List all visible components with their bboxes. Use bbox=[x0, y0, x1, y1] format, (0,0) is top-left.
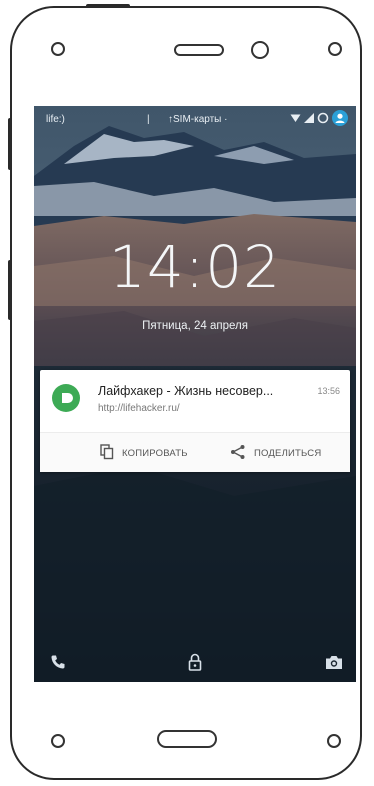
left-sensor bbox=[51, 42, 65, 56]
wifi-icon bbox=[290, 113, 301, 126]
status-bar: life:) | ↑SIM-карты · bbox=[34, 106, 356, 132]
front-camera bbox=[251, 41, 269, 59]
sim-cards-label: ↑SIM-карты · bbox=[168, 114, 228, 125]
user-avatar-icon[interactable] bbox=[332, 109, 348, 129]
share-icon bbox=[230, 444, 246, 463]
volume-up-button[interactable] bbox=[8, 118, 12, 170]
lockscreen-date: Пятница, 24 апреля bbox=[142, 320, 248, 332]
copy-label: КОПИРОВАТЬ bbox=[122, 447, 188, 459]
signal-icon bbox=[304, 112, 314, 126]
earpiece-speaker bbox=[174, 44, 224, 56]
right-sensor bbox=[328, 42, 342, 56]
copy-button[interactable]: КОПИРОВАТЬ bbox=[100, 433, 188, 473]
notification-card[interactable]: Лайфхакер - Жизнь несовер... 13:56 http:… bbox=[40, 370, 350, 472]
back-button[interactable] bbox=[51, 734, 65, 748]
lock-icon[interactable] bbox=[185, 652, 205, 672]
notification-title: Лайфхакер - Жизнь несовер... bbox=[98, 384, 274, 398]
power-button[interactable] bbox=[86, 4, 130, 8]
notification-url: http://lifehacker.ru/ bbox=[98, 403, 180, 414]
app-icon bbox=[52, 384, 80, 412]
phone-icon[interactable] bbox=[48, 652, 68, 672]
home-button[interactable] bbox=[157, 730, 217, 748]
volume-down-button[interactable] bbox=[8, 260, 12, 320]
carrier-label: life:) bbox=[46, 114, 65, 125]
share-button[interactable]: ПОДЕЛИТЬСЯ bbox=[230, 433, 321, 473]
lockscreen-clock: 14:02 bbox=[108, 233, 282, 301]
recent-apps-button[interactable] bbox=[327, 734, 341, 748]
copy-icon bbox=[100, 443, 114, 463]
notification-actions: КОПИРОВАТЬ ПОДЕЛИТЬСЯ bbox=[40, 432, 350, 472]
share-label: ПОДЕЛИТЬСЯ bbox=[254, 447, 322, 459]
status-separator: | bbox=[147, 114, 150, 125]
lock-screen: life:) | ↑SIM-карты · 14:02 Пятница, 24 bbox=[34, 106, 356, 682]
notification-time: 13:56 bbox=[317, 386, 340, 396]
battery-icon bbox=[317, 112, 329, 127]
camera-icon[interactable] bbox=[324, 652, 344, 672]
